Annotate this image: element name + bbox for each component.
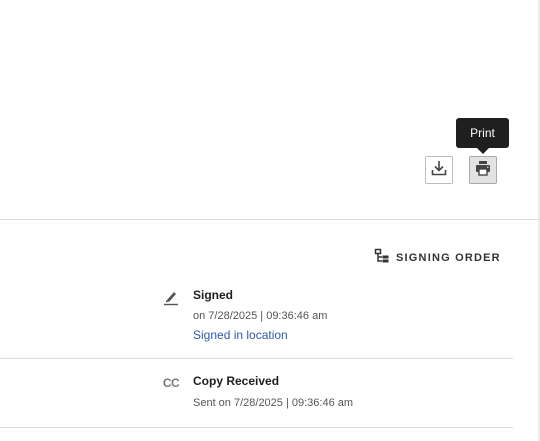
document-history-panel: Print SIGNING ORDER Signed on 7/28/2025 …: [0, 0, 540, 441]
signed-location-link[interactable]: Signed in location: [193, 328, 288, 342]
signing-order-button[interactable]: SIGNING ORDER: [374, 248, 501, 269]
event-timestamp: on 7/28/2025 | 09:36:46 am: [193, 310, 328, 322]
event-timestamp: Sent on 7/28/2025 | 09:36:46 am: [193, 397, 354, 409]
print-button[interactable]: [469, 156, 497, 184]
signature-pen-icon: [162, 288, 180, 306]
download-icon: [430, 159, 448, 182]
event-title: Copy Received: [193, 374, 280, 388]
event-title: Signed: [193, 288, 234, 302]
hierarchy-icon: [374, 248, 390, 269]
cc-icon: CC: [162, 374, 180, 392]
printer-icon: [474, 159, 492, 182]
history-event-signed: Signed on 7/28/2025 | 09:36:46 am Signed…: [0, 286, 513, 359]
print-tooltip: Print: [456, 118, 509, 154]
section-divider: [0, 219, 540, 220]
cc-icon-label: CC: [162, 376, 180, 390]
signing-order-label: SIGNING ORDER: [396, 252, 501, 264]
history-event-copy-received: CC Copy Received Sent on 7/28/2025 | 09:…: [0, 372, 513, 428]
download-button[interactable]: [425, 156, 453, 184]
